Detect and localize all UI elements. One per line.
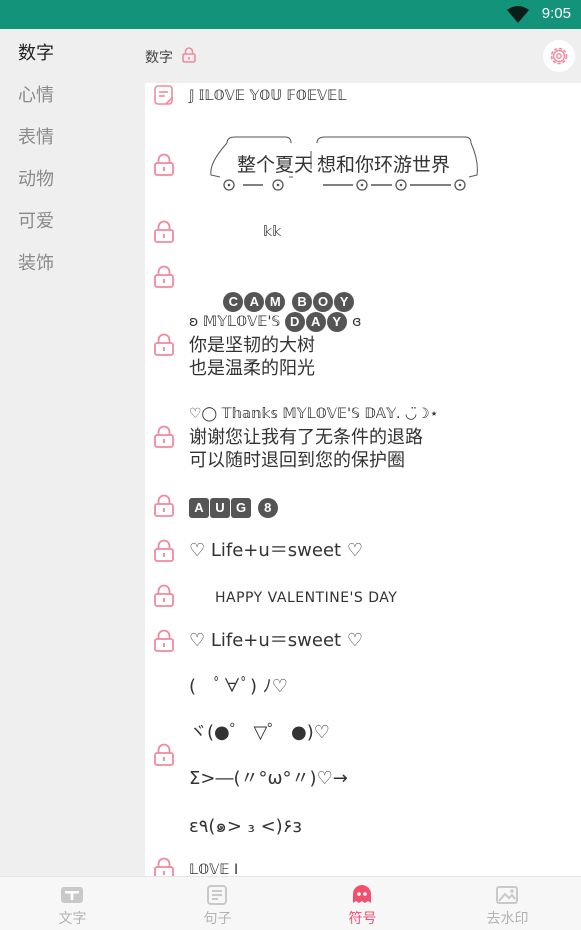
sidebar-item-animal[interactable]: 动物 xyxy=(18,165,54,191)
category-sidebar: 数字 心情 表情 动物 可爱 装饰 xyxy=(0,29,145,876)
list-item[interactable]: AUG 8 xyxy=(145,493,581,519)
tab-text[interactable]: 文字 xyxy=(0,877,145,930)
list-item[interactable]: 整个夏天 想和你环游世界 xyxy=(145,133,581,197)
sidebar-item-mood[interactable]: 心情 xyxy=(18,81,54,107)
wifi-icon xyxy=(507,6,529,28)
lock-icon xyxy=(153,743,175,767)
list-item[interactable]: 𝕃𝕆𝕍𝔼 I xyxy=(145,857,581,876)
gear-icon xyxy=(550,47,568,65)
summer-left-text: 整个夏天 xyxy=(237,154,314,176)
lock-icon xyxy=(153,584,175,608)
symbol-text-line3: 可以随时退回到您的保护圈 xyxy=(189,450,405,471)
settings-button[interactable] xyxy=(543,40,575,72)
symbol-text-line2: 谢谢您让我有了无条件的退路 xyxy=(189,427,423,448)
tab-label: 句子 xyxy=(203,911,232,927)
list-item[interactable]: ( ﾟ∀ﾟ) ﾉ♡ ヾ(●゜ ▽゜ ●)♡ Σ>―(〃°ω°〃)♡→ ε٩(๑>… xyxy=(145,673,581,843)
tab-sentence[interactable]: 句子 xyxy=(145,877,290,930)
list-item[interactable]: 𝕁 𝕀𝕃𝕆𝕍𝔼 𝕐𝕆𝕌 𝔽𝕆𝔼𝕍𝔼𝕃 xyxy=(145,83,581,109)
list-item[interactable]: HAPPY VALENTINE'S DAY xyxy=(145,583,581,609)
content-header: 数字 xyxy=(145,29,581,83)
list-item[interactable]: CAM BOY xyxy=(145,264,581,312)
symbol-text: ♡ Life+u＝sweet ♡ xyxy=(189,630,363,651)
text-icon xyxy=(60,884,84,906)
list-item[interactable]: ♡◯ 𝕋𝕙𝕒𝕟𝕜𝕤 𝕄𝕐𝕃𝕆𝕍𝔼'𝕊 𝔻𝔸𝕐. ◡̈☽⋆ 谢谢您让我有了无条件的… xyxy=(145,401,581,473)
summer-right-text: 想和你环游世界 xyxy=(317,154,451,176)
bottom-tab-bar: 文字 句子 符号 去水印 xyxy=(0,876,581,930)
lock-icon xyxy=(153,333,175,357)
sidebar-item-digits[interactable]: 数字 xyxy=(18,39,54,65)
symbol-text: AUG 8 xyxy=(189,495,279,518)
watermark-icon xyxy=(495,884,519,906)
kaomoji-2: ヾ(●゜ ▽゜ ●)♡ xyxy=(189,722,330,743)
symbol-text: ♡◯ 𝕋𝕙𝕒𝕟𝕜𝕤 𝕄𝕐𝕃𝕆𝕍𝔼'𝕊 𝔻𝔸𝕐. ◡̈☽⋆ xyxy=(189,406,439,422)
note-icon xyxy=(153,84,175,108)
tab-label: 文字 xyxy=(58,911,87,927)
summer-art: 整个夏天 想和你环游世界 xyxy=(205,133,485,193)
lock-icon xyxy=(153,629,175,653)
symbol-text: ♡ Life+u＝sweet ♡ xyxy=(189,540,363,561)
sidebar-item-decor[interactable]: 装饰 xyxy=(18,249,54,275)
tab-label: 符号 xyxy=(348,911,377,927)
symbol-text: ʚ 𝕄𝕐𝕃𝕆𝕍𝔼'𝕊 DAY ɞ xyxy=(189,312,362,332)
lock-icon xyxy=(153,539,175,563)
status-bar: 9:05 xyxy=(0,0,581,29)
lock-icon xyxy=(182,47,196,67)
list-item[interactable]: ♡ Life+u＝sweet ♡ xyxy=(145,539,581,565)
lock-icon xyxy=(153,153,175,177)
tab-watermark[interactable]: 去水印 xyxy=(435,877,580,930)
tab-symbol[interactable]: 符号 xyxy=(290,877,435,930)
kaomoji-4: ε٩(๑> ₃ <)۶з xyxy=(189,816,302,837)
symbol-text: HAPPY VALENTINE'S DAY xyxy=(215,590,398,606)
lock-icon xyxy=(153,494,175,518)
tab-label: 去水印 xyxy=(486,911,529,927)
symbol-text: 𝕁 𝕀𝕃𝕆𝕍𝔼 𝕐𝕆𝕌 𝔽𝕆𝔼𝕍𝔼𝕃 xyxy=(189,88,347,104)
list-item[interactable]: ʚ 𝕄𝕐𝕃𝕆𝕍𝔼'𝕊 DAY ɞ 你是坚韧的大树 也是温柔的阳光 xyxy=(145,311,581,383)
list-item[interactable]: 𝕜𝕜 xyxy=(145,219,581,245)
symbol-list: 𝕁 𝕀𝕃𝕆𝕍𝔼 𝕐𝕆𝕌 𝔽𝕆𝔼𝕍𝔼𝕃 整个夏天 想和你环游世界 𝕜𝕜 C A M… xyxy=(145,83,581,876)
kaomoji-1: ( ﾟ∀ﾟ) ﾉ♡ xyxy=(189,676,288,697)
symbol-text: 𝕜𝕜 xyxy=(263,224,282,240)
symbol-text-line2: 你是坚韧的大树 xyxy=(189,335,315,356)
sentence-icon xyxy=(205,884,229,906)
list-item[interactable]: ♡ Life+u＝sweet ♡ xyxy=(145,629,581,655)
lock-icon xyxy=(153,265,175,289)
lock-icon xyxy=(153,857,175,876)
sidebar-item-emoticon[interactable]: 表情 xyxy=(18,123,54,149)
lock-icon xyxy=(153,220,175,244)
clock: 9:05 xyxy=(541,5,571,22)
header-title: 数字 xyxy=(145,50,173,66)
symbol-text: 𝕃𝕆𝕍𝔼 I xyxy=(189,862,239,876)
sidebar-item-cute[interactable]: 可爱 xyxy=(18,207,54,233)
symbol-text-line3: 也是温柔的阳光 xyxy=(189,358,315,379)
lock-icon xyxy=(153,425,175,449)
kaomoji-3: Σ>―(〃°ω°〃)♡→ xyxy=(189,768,348,789)
symbol-icon xyxy=(350,884,374,906)
